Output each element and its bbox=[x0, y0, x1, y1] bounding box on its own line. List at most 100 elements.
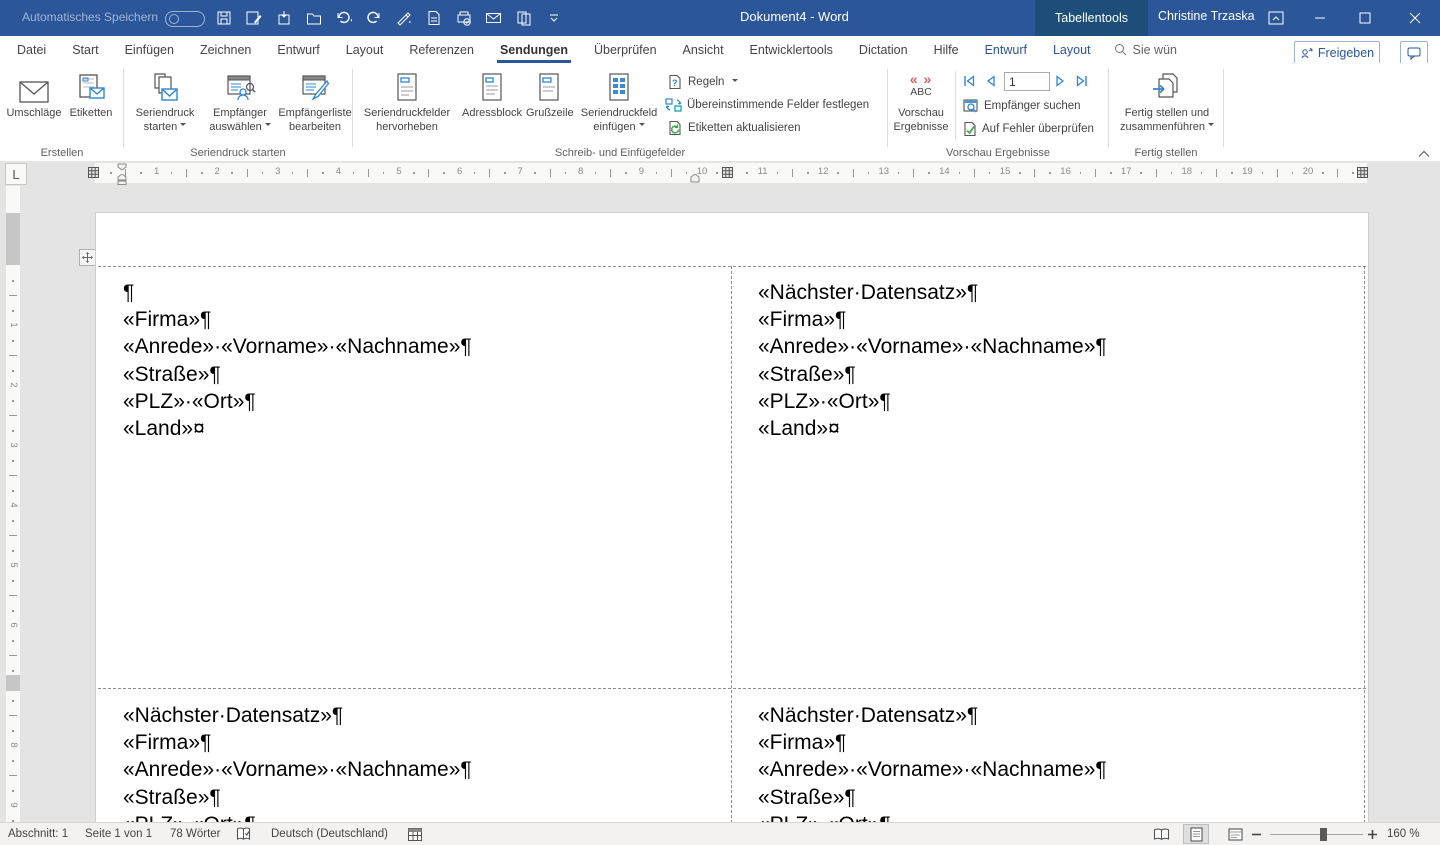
hanging-indent-marker[interactable] bbox=[117, 174, 127, 185]
collapse-ribbon-button[interactable] bbox=[1416, 149, 1432, 159]
first-line-indent-marker[interactable] bbox=[117, 163, 127, 171]
folder-icon[interactable] bbox=[305, 10, 322, 27]
etiketten-button[interactable]: Etiketten bbox=[64, 66, 118, 148]
tab-start[interactable]: Start bbox=[59, 36, 111, 63]
export-icon[interactable] bbox=[275, 10, 292, 27]
etiketten-aktualisieren-button[interactable]: Etiketten aktualisieren bbox=[668, 118, 801, 138]
auf-fehler-ueberpruefen-button[interactable]: Auf Fehler überprüfen bbox=[963, 119, 1094, 139]
tab-hilfe[interactable]: Hilfe bbox=[921, 36, 972, 63]
fertig-stellen-zusammenfuehren-button[interactable]: Fertig stellen und zusammenführen bbox=[1112, 66, 1222, 148]
first-record-button[interactable] bbox=[960, 72, 978, 89]
tab-zeichnen[interactable]: Zeichnen bbox=[187, 36, 264, 63]
vertical-ruler-row-boundary[interactable] bbox=[6, 675, 20, 691]
tab-referenzen[interactable]: Referenzen bbox=[396, 36, 487, 63]
next-record-button[interactable] bbox=[1052, 72, 1070, 89]
tab-ansicht[interactable]: Ansicht bbox=[670, 36, 737, 63]
read-mode-view-button[interactable] bbox=[1148, 824, 1174, 844]
qat-more-icon[interactable] bbox=[545, 10, 562, 27]
comments-button[interactable] bbox=[1400, 41, 1428, 65]
label-cell-top-right[interactable]: «Nächster·Datensatz»¶ «Firma»¶ «Anrede»·… bbox=[758, 279, 1107, 442]
language-indicator[interactable]: Deutsch (Deutschland) bbox=[271, 823, 388, 845]
ribbon-display-options-icon[interactable] bbox=[1256, 0, 1296, 36]
ribbon-sendungen: Umschläge Etiketten Erstellen Seriendruc… bbox=[0, 63, 1440, 162]
umschlaege-button[interactable]: Umschläge bbox=[6, 66, 62, 148]
adressblock-button[interactable]: Adressblock bbox=[460, 66, 524, 148]
table-column-marker-icon[interactable] bbox=[88, 167, 99, 178]
label-cell-bottom-left[interactable]: «Nächster·Datensatz»¶ «Firma»¶ «Anrede»·… bbox=[123, 702, 472, 823]
macro-record-icon[interactable] bbox=[408, 823, 422, 845]
ruler-number: 19 bbox=[1241, 166, 1253, 178]
proofing-icon[interactable] bbox=[236, 823, 251, 845]
tell-me-search[interactable]: Sie wün bbox=[1104, 36, 1187, 63]
word-count[interactable]: 78 Wörter bbox=[170, 823, 221, 845]
redo-icon[interactable] bbox=[365, 10, 382, 27]
zoom-level[interactable]: 160 % bbox=[1387, 823, 1420, 845]
tab-ueberpruefen[interactable]: Überprüfen bbox=[581, 36, 670, 63]
document-page[interactable]: ¶ «Firma»¶ «Anrede»·«Vorname»·«Nachname»… bbox=[95, 212, 1369, 823]
ruler-number: 4 bbox=[332, 166, 344, 178]
right-indent-marker[interactable] bbox=[690, 174, 700, 183]
mail-icon[interactable] bbox=[485, 10, 502, 27]
tab-einfuegen[interactable]: Einfügen bbox=[112, 36, 187, 63]
ruler-number: 1 bbox=[7, 319, 19, 331]
zoom-slider-thumb[interactable] bbox=[1320, 828, 1327, 841]
tab-tabellentools-layout[interactable]: Layout bbox=[1040, 36, 1104, 63]
zoom-slider-track[interactable] bbox=[1270, 834, 1363, 835]
record-number-input[interactable] bbox=[1004, 72, 1050, 91]
save-as-icon[interactable] bbox=[245, 10, 262, 27]
zoom-out-button[interactable] bbox=[1252, 823, 1261, 845]
table-column-marker-icon[interactable] bbox=[1357, 167, 1368, 178]
label-cell-bottom-right[interactable]: «Nächster·Datensatz»¶ «Firma»¶ «Anrede»·… bbox=[758, 702, 1107, 823]
pen-icon[interactable] bbox=[395, 10, 412, 27]
uebereinstimmende-felder-button[interactable]: Übereinstimmende Felder festlegen bbox=[665, 95, 869, 115]
regeln-button[interactable]: ? Regeln bbox=[668, 72, 738, 92]
tab-datei[interactable]: Datei bbox=[4, 36, 59, 63]
ruler-number: 14 bbox=[938, 166, 950, 178]
envelope-icon bbox=[6, 66, 62, 106]
group-label-schreib-einfuegefelder: Schreib- und Einfügefelder bbox=[353, 147, 887, 159]
save-icon[interactable] bbox=[215, 10, 232, 27]
tab-stop-selector[interactable]: L bbox=[5, 163, 27, 185]
vorschau-ergebnisse-button[interactable]: « » ABC Vorschau Ergebnisse bbox=[892, 66, 950, 148]
undo-icon[interactable] bbox=[335, 10, 352, 27]
close-button[interactable] bbox=[1395, 0, 1435, 36]
maximize-button[interactable] bbox=[1345, 0, 1385, 36]
tab-dictation[interactable]: Dictation bbox=[846, 36, 921, 63]
table-column-marker-icon[interactable] bbox=[722, 167, 733, 178]
tab-layout[interactable]: Layout bbox=[333, 36, 397, 63]
web-layout-view-button[interactable] bbox=[1222, 824, 1248, 844]
page-indicator[interactable]: Seite 1 von 1 bbox=[85, 823, 152, 845]
tab-sendungen[interactable]: Sendungen bbox=[487, 36, 581, 63]
autosave-toggle[interactable] bbox=[165, 11, 205, 27]
zoom-in-button[interactable] bbox=[1368, 823, 1377, 845]
share-button[interactable]: Freigeben bbox=[1294, 41, 1380, 65]
print-layout-view-button[interactable] bbox=[1183, 824, 1209, 844]
print-icon[interactable] bbox=[455, 10, 472, 27]
seriendruckfelder-hervorheben-button[interactable]: Seriendruckfelder hervorheben bbox=[356, 66, 458, 148]
chevron-down-icon bbox=[1208, 123, 1214, 129]
copy-icon[interactable] bbox=[515, 10, 532, 27]
seriendruckfeld-einfuegen-button[interactable]: Seriendruckfeld einfügen bbox=[574, 66, 664, 148]
tab-entwurf[interactable]: Entwurf bbox=[264, 36, 332, 63]
empfaenger-auswaehlen-button[interactable]: Empfänger auswählen bbox=[204, 66, 276, 148]
empfaenger-suchen-button[interactable]: Empfänger suchen bbox=[963, 96, 1081, 116]
table-move-handle[interactable] bbox=[79, 249, 96, 266]
group-label-vorschau-ergebnisse: Vorschau Ergebnisse bbox=[888, 147, 1108, 159]
minimize-button[interactable] bbox=[1300, 0, 1340, 36]
tab-entwicklertools[interactable]: Entwicklertools bbox=[737, 36, 846, 63]
account-user-name[interactable]: Christine Trzaska bbox=[1158, 9, 1255, 23]
grusszeile-button[interactable]: Grußzeile bbox=[526, 66, 572, 148]
label-cell-top-left[interactable]: ¶ «Firma»¶ «Anrede»·«Vorname»·«Nachname»… bbox=[123, 279, 472, 442]
last-record-button[interactable] bbox=[1073, 72, 1091, 89]
seriendruck-starten-button[interactable]: Seriendruck starten bbox=[128, 66, 202, 148]
tab-tabellentools-entwurf[interactable]: Entwurf bbox=[972, 36, 1040, 63]
section-indicator[interactable]: Abschnitt: 1 bbox=[8, 823, 68, 845]
empfaengerliste-bearbeiten-button[interactable]: Empfängerliste bearbeiten bbox=[278, 66, 352, 148]
document-area: 12345689 ¶ «Firma»¶ «Anrede»·«Vorname»·«… bbox=[0, 186, 1440, 822]
previous-record-button[interactable] bbox=[981, 72, 999, 89]
horizontal-ruler: 1234567891011121314151617181920 bbox=[95, 163, 1367, 183]
document-icon[interactable] bbox=[425, 10, 442, 27]
ruler-number: 6 bbox=[7, 619, 19, 631]
contextual-tool-label: Tabellentools bbox=[1035, 0, 1148, 36]
table-border-row bbox=[98, 688, 1366, 689]
